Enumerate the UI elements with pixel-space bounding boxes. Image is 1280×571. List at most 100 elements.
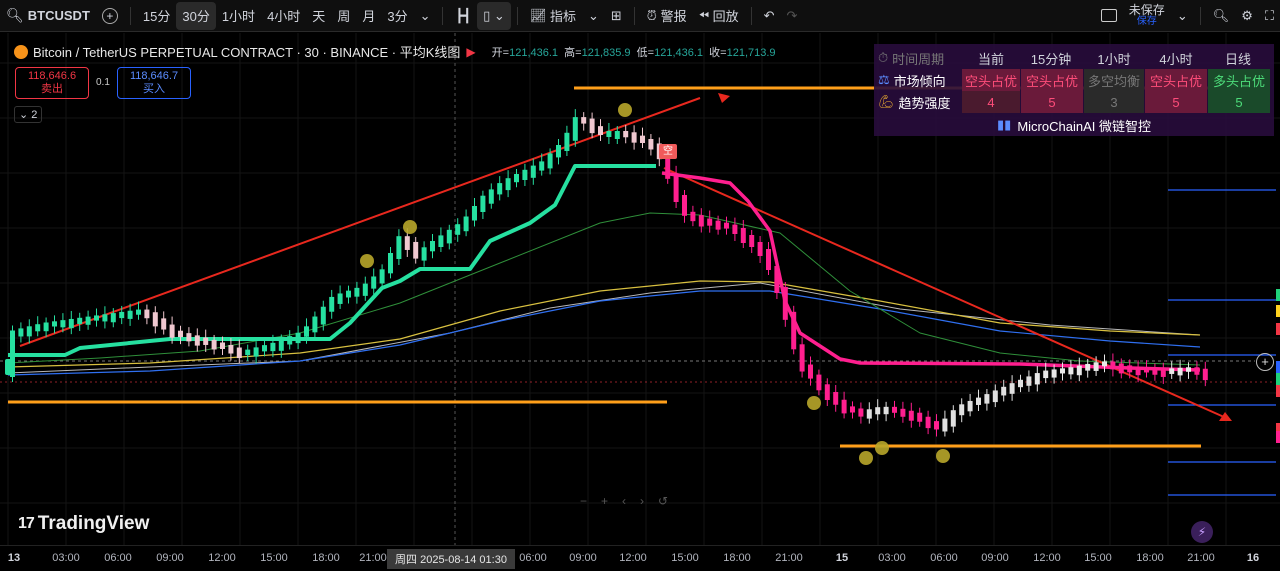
candle-body: [875, 407, 881, 415]
side-tag: [1276, 323, 1280, 335]
interval-4h[interactable]: 4小时: [261, 2, 306, 30]
header-timeframe: ⏱ 时间周期: [878, 47, 964, 69]
undo-button[interactable]: ↶: [758, 2, 781, 30]
candle-body: [77, 317, 83, 324]
templates-button[interactable]: ⊞: [605, 2, 628, 30]
candle-body: [362, 283, 368, 296]
candle-body: [614, 131, 620, 139]
candle-body: [1118, 363, 1124, 374]
add-price-alert-button[interactable]: +: [1256, 353, 1274, 371]
symbol-title[interactable]: Bitcoin / TetherUS PERPETUAL CONTRACT · …: [33, 42, 460, 61]
candle-body: [850, 406, 855, 413]
scroll-right-button[interactable]: ›: [640, 494, 644, 508]
alert-button[interactable]: ⏰︎ 警报: [641, 2, 693, 30]
redo-button[interactable]: ↷: [781, 2, 804, 30]
candle-body: [1169, 368, 1175, 374]
indicators-label: 指标: [549, 9, 576, 24]
header-label: 时间周期: [892, 51, 945, 67]
interval-dropdown[interactable]: ⌄: [414, 2, 437, 30]
candle-body: [808, 364, 813, 379]
candle-body: [589, 118, 595, 134]
candle-body: [472, 206, 477, 221]
candle-body: [791, 311, 797, 350]
strength-4h: 5: [1145, 91, 1207, 113]
candle-body: [110, 313, 116, 323]
save-dropdown[interactable]: ⌄: [1171, 2, 1194, 30]
downtrend-line: [663, 167, 1225, 418]
candle-body: [816, 374, 822, 391]
candle-body: [304, 326, 309, 337]
quick-search-button[interactable]: 🔍︎: [1207, 2, 1236, 30]
bar-style-button[interactable]: ┣┫: [449, 2, 477, 30]
candle-body: [1202, 368, 1208, 381]
zoom-out-button[interactable]: −: [580, 494, 587, 508]
candle-body: [732, 224, 738, 234]
divider: [129, 6, 131, 25]
chevron-down-icon: ⌄: [1176, 7, 1188, 23]
candle-body: [824, 384, 830, 401]
interval-1h[interactable]: 1小时: [216, 2, 261, 30]
replay-button[interactable]: ⏪︎ 回放: [693, 2, 745, 30]
buy-button[interactable]: 118,646.7 买入: [117, 67, 191, 99]
chart-nav-controls: − + ‹ › ↺: [580, 494, 668, 508]
candle-body: [598, 126, 603, 135]
scroll-left-button[interactable]: ‹: [622, 494, 626, 508]
ohlc-values: 开=121,436.1 高=121,835.9 低=121,436.1 收=12…: [492, 44, 776, 60]
indicators-dropdown[interactable]: ⌄: [582, 2, 605, 30]
sell-button[interactable]: 118,646.6 卖出: [15, 67, 89, 99]
interval-3m[interactable]: 3分: [381, 2, 413, 30]
reset-chart-button[interactable]: ↺: [658, 494, 668, 508]
settings-button[interactable]: ⚙︎: [1235, 2, 1259, 30]
add-symbol-icon: +: [101, 7, 118, 24]
candle-body: [1186, 367, 1191, 372]
candle-style-button[interactable]: ▯ ⌄: [477, 1, 511, 30]
tradingview-watermark[interactable]: 17 TradingView: [18, 513, 149, 535]
add-symbol-button[interactable]: +: [96, 2, 124, 30]
time-tick: 15:00: [1084, 552, 1112, 564]
symbol-search[interactable]: 🔍︎ BTCUSDT: [0, 2, 96, 30]
layout-button[interactable]: [1095, 2, 1123, 30]
candle-body: [85, 316, 91, 325]
collapse-indicators-button[interactable]: ⌄ 2: [14, 106, 43, 123]
time-axis[interactable]: 周四 2025-08-14 01:30 13 03:00 06:00 09:00 12:…: [0, 545, 1280, 571]
candle-body: [455, 224, 461, 235]
time-tick: 06:00: [104, 552, 132, 564]
candle-body: [1043, 370, 1049, 379]
bias-daily: 多头占优: [1208, 69, 1270, 91]
layout-icon: [1100, 9, 1117, 22]
indicators-button[interactable]: 📈︎ 指标: [524, 2, 582, 30]
chart-legend: Bitcoin / TetherUS PERPETUAL CONTRACT · …: [14, 42, 776, 61]
candle-body: [35, 324, 41, 332]
candle-body: [404, 236, 410, 250]
interval-15m[interactable]: 15分: [137, 2, 176, 30]
candle-body: [1102, 361, 1107, 367]
save-button[interactable]: 未保存 保存: [1123, 2, 1171, 30]
candle-body: [102, 314, 108, 322]
candle-body: [547, 153, 553, 169]
interval-30m[interactable]: 30分: [176, 1, 216, 30]
high-label: 高=: [564, 46, 582, 59]
fullscreen-button[interactable]: ⛶: [1259, 2, 1280, 30]
candle-body: [421, 247, 427, 261]
interval-1mo[interactable]: 月: [356, 2, 381, 30]
candle-body: [26, 326, 32, 337]
candle-body: [396, 236, 402, 259]
interval-1w[interactable]: 周: [331, 2, 356, 30]
zoom-in-button[interactable]: +: [601, 494, 608, 508]
sell-price: 118,646.6: [27, 70, 77, 82]
flag-icon[interactable]: ▶: [466, 45, 475, 59]
chart-pane[interactable]: Bitcoin / TetherUS PERPETUAL CONTRACT · …: [0, 33, 1280, 545]
candle-body: [749, 235, 755, 247]
bias-4h: 空头占优: [1145, 69, 1207, 91]
trend-strength-label: 💪︎ 趋势强度: [878, 91, 964, 113]
row-label: 趋势强度: [898, 95, 951, 111]
signal-dot: [360, 254, 374, 268]
candle-body: [1001, 386, 1007, 396]
interval-1d[interactable]: 天: [306, 2, 331, 30]
divider: [442, 6, 444, 25]
time-tick: 18:00: [1136, 552, 1164, 564]
candle-body: [514, 174, 519, 183]
candle-body: [1127, 365, 1133, 373]
low-label: 低=: [636, 46, 655, 59]
lightning-icon[interactable]: ⚡: [1191, 521, 1213, 543]
